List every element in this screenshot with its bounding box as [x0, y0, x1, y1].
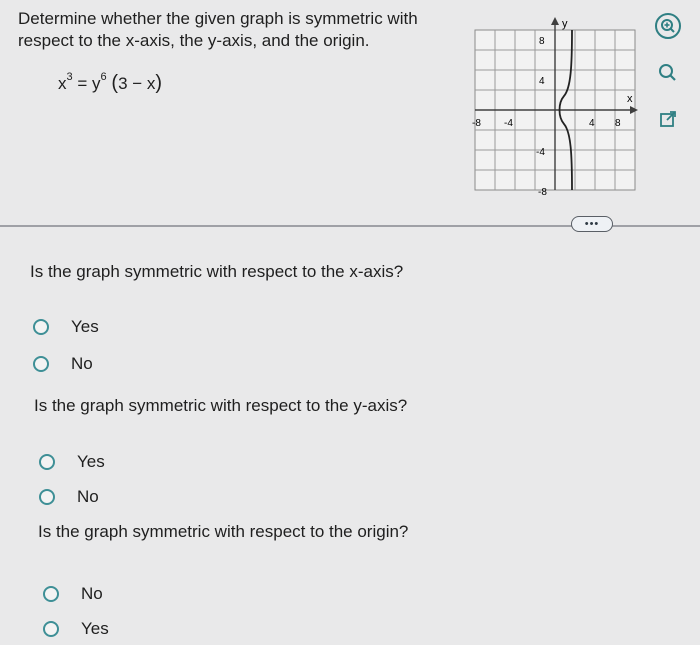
option-x-axis-yes[interactable]: Yes	[33, 317, 99, 337]
popout-icon[interactable]	[655, 106, 681, 132]
zoom-in-icon[interactable]	[655, 13, 681, 39]
tick-label-x-neg-8: -8	[472, 118, 481, 129]
tick-label-x-neg-4: -4	[504, 118, 513, 129]
problem-prompt: Determine whether the given graph is sym…	[18, 9, 418, 50]
equation-equals: =	[77, 74, 88, 93]
tick-label-y-neg-4: -4	[536, 147, 545, 158]
option-label: Yes	[77, 452, 105, 471]
option-label: Yes	[81, 619, 109, 638]
radio-icon[interactable]	[39, 489, 55, 505]
equation-paren-body: 3 − x	[118, 74, 156, 93]
graph: y x 8 4 -4 -8 -8 -4 4 8	[470, 10, 640, 198]
radio-icon[interactable]	[43, 586, 59, 602]
option-label: No	[71, 354, 93, 373]
equation-paren-close: )	[155, 72, 163, 94]
y-axis-label: y	[562, 18, 568, 30]
equation-lhs-exp: 3	[66, 71, 73, 84]
equation-rhs-exp: 6	[100, 71, 107, 84]
zoom-out-icon[interactable]	[655, 60, 681, 86]
option-label: No	[77, 487, 99, 506]
option-x-axis-no[interactable]: No	[33, 354, 93, 374]
x-axis-label: x	[627, 93, 633, 105]
equation-rhs-base: y	[92, 74, 101, 93]
y-axis-arrow-icon	[551, 17, 559, 25]
option-origin-yes[interactable]: Yes	[43, 619, 109, 639]
option-label: No	[81, 584, 103, 603]
option-label: Yes	[71, 317, 99, 336]
option-origin-no[interactable]: No	[43, 584, 103, 604]
tick-label-x-4: 4	[589, 118, 595, 129]
option-y-axis-no[interactable]: No	[39, 487, 99, 507]
equation-lhs-base: x	[58, 74, 67, 93]
equation: x3 = y6 (3 − x)	[58, 71, 163, 95]
radio-icon[interactable]	[33, 356, 49, 372]
tick-label-y-8: 8	[539, 36, 545, 47]
radio-icon[interactable]	[43, 621, 59, 637]
tick-label-x-8: 8	[615, 118, 621, 129]
question-origin: Is the graph symmetric with respect to t…	[38, 522, 409, 541]
tick-label-y-4: 4	[539, 76, 545, 87]
question-y-axis: Is the graph symmetric with respect to t…	[34, 396, 408, 415]
option-y-axis-yes[interactable]: Yes	[39, 452, 105, 472]
question-x-axis: Is the graph symmetric with respect to t…	[30, 262, 404, 281]
radio-icon[interactable]	[33, 319, 49, 335]
radio-icon[interactable]	[39, 454, 55, 470]
tick-label-y-neg-8: -8	[538, 187, 547, 195]
more-options-button[interactable]: •••	[571, 216, 613, 232]
